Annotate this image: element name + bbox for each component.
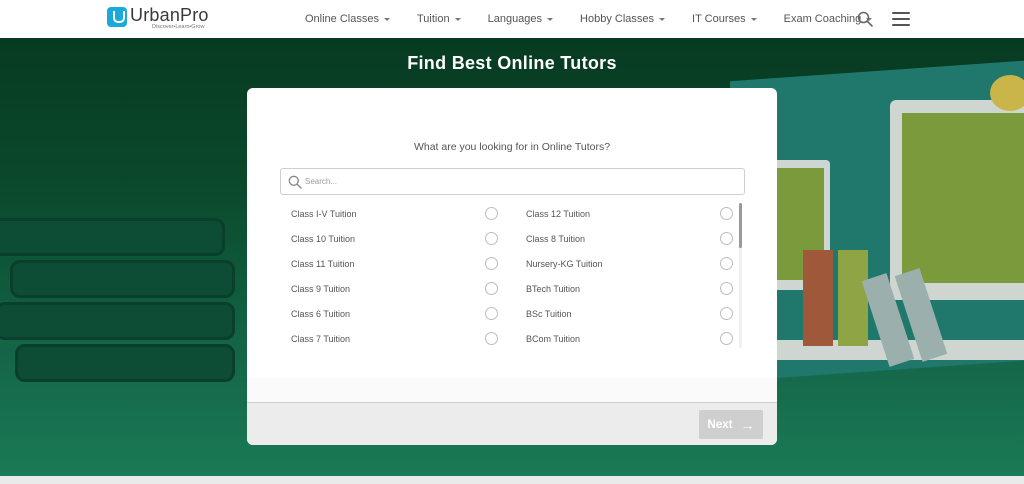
search-input[interactable] [305,169,735,194]
scrollbar-thumb[interactable] [739,203,742,248]
books-illustration [0,198,250,398]
radio-button[interactable] [485,307,498,320]
radio-button[interactable] [720,257,733,270]
option-label: Class I-V Tuition [291,209,357,219]
next-label: Next [707,418,733,431]
option-label: Class 7 Tuition [291,334,351,344]
option-class-i-v-tuition[interactable]: Class I-V Tuition [280,201,500,226]
radio-button[interactable] [720,282,733,295]
option-label: Nursery-KG Tuition [526,259,603,269]
brand-tagline: Discover•Learn•Grow [152,24,205,30]
logo-icon [107,7,127,27]
caret-down-icon [750,17,757,21]
search-icon[interactable] [857,11,873,27]
option-label: BTech Tuition [526,284,581,294]
option-label: BCom Tuition [526,334,581,344]
option-class-6-tuition[interactable]: Class 6 Tuition [280,301,500,326]
option-bcom-tuition[interactable]: BCom Tuition [515,326,735,351]
option-class-8-tuition[interactable]: Class 8 Tuition [515,226,735,251]
option-label: BSc Tuition [526,309,572,319]
option-btech-tuition[interactable]: BTech Tuition [515,276,735,301]
options-scrollbar[interactable] [739,203,742,348]
nav-tuition[interactable]: Tuition [417,13,461,25]
option-label: Class 11 Tuition [291,259,355,269]
option-class-10-tuition[interactable]: Class 10 Tuition [280,226,500,251]
page-bottom-strip [0,476,1024,484]
option-bsc-tuition[interactable]: BSc Tuition [515,301,735,326]
nav-label: Exam Coaching [783,13,862,25]
option-nursery-kg-tuition[interactable]: Nursery-KG Tuition [515,251,735,276]
list-item: Class 11 Tuition Nursery-KG Tuition [280,251,745,276]
nav-label: Languages [487,13,543,25]
option-class-12-tuition[interactable]: Class 12 Tuition [515,201,735,226]
urbanpro-logo[interactable]: UrbanPro Discover•Learn•Grow [107,6,209,31]
radio-button[interactable] [720,207,733,220]
nav-label: Online Classes [305,13,379,25]
nav-hobby-classes[interactable]: Hobby Classes [580,13,666,25]
hamburger-menu-icon[interactable] [892,12,910,26]
option-label: Class 10 Tuition [291,234,356,244]
search-icon [288,175,302,189]
nav-languages[interactable]: Languages [487,13,554,25]
radio-button[interactable] [485,282,498,295]
option-label: Class 12 Tuition [526,209,591,219]
option-class-9-tuition[interactable]: Class 9 Tuition [280,276,500,301]
brand-name: UrbanPro [130,5,209,25]
options-list: Class I-V Tuition Class 12 Tuition Class… [280,201,745,351]
option-class-7-tuition[interactable]: Class 7 Tuition [280,326,500,351]
option-label: Class 9 Tuition [291,284,351,294]
option-label: Class 6 Tuition [291,309,351,319]
main-nav: Online Classes Tuition Languages Hobby C… [305,0,899,38]
radio-button[interactable] [485,232,498,245]
option-label: Class 8 Tuition [526,234,586,244]
caret-down-icon [659,17,666,21]
list-item: Class 6 Tuition BSc Tuition [280,301,745,326]
nav-label: Hobby Classes [580,13,655,25]
arrow-right-icon: → [740,416,755,433]
caret-down-icon [454,17,461,21]
caret-down-icon [547,17,554,21]
nav-label: IT Courses [692,13,746,25]
top-header: UrbanPro Discover•Learn•Grow Online Clas… [0,0,1024,38]
list-item: Class I-V Tuition Class 12 Tuition [280,201,745,226]
card-footer: Next → [247,402,777,445]
radio-button[interactable] [485,257,498,270]
radio-button[interactable] [720,232,733,245]
radio-button[interactable] [485,207,498,220]
question-text: What are you looking for in Online Tutor… [413,141,611,153]
list-item: Class 9 Tuition BTech Tuition [280,276,745,301]
radio-button[interactable] [485,332,498,345]
next-button[interactable]: Next → [699,410,763,439]
nav-it-courses[interactable]: IT Courses [692,13,757,25]
search-box[interactable] [280,168,745,195]
tutor-search-card: What are you looking for in Online Tutor… [247,88,777,445]
option-class-11-tuition[interactable]: Class 11 Tuition [280,251,500,276]
radio-button[interactable] [720,332,733,345]
caret-down-icon [383,17,390,21]
nav-online-classes[interactable]: Online Classes [305,13,390,25]
radio-button[interactable] [720,307,733,320]
list-item: Class 7 Tuition BCom Tuition [280,326,745,351]
nav-label: Tuition [416,13,450,25]
list-item: Class 10 Tuition Class 8 Tuition [280,226,745,251]
